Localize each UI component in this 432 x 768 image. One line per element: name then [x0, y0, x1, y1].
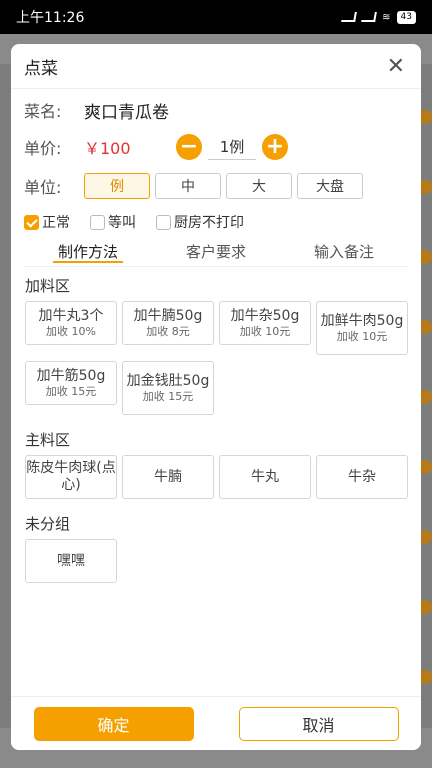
option-surcharge: 加收 15元 — [142, 389, 194, 403]
dish-name-row: 菜名: 爽口青瓜卷 — [11, 91, 421, 129]
option-name: 加牛杂50g — [230, 308, 300, 324]
option-name: 加金钱肚50g — [126, 373, 210, 389]
section-title: 主料区 — [25, 431, 71, 449]
ingredient-option[interactable]: 陈皮牛肉球(点心) — [25, 455, 117, 499]
unit-row: 单位: 例 中 大 大盘 — [11, 165, 421, 207]
status-bar: 上午11:26 ≋ 43 — [0, 0, 432, 34]
dish-name: 爽口青瓜卷 — [84, 102, 169, 123]
option-surcharge: 加收 8元 — [146, 324, 190, 338]
order-dish-dialog: 点菜 ✕ 菜名: 爽口青瓜卷 单价: ￥100 − + 单位: 例 中 大 大盘… — [11, 44, 421, 750]
tab-bar: 制作方法 客户要求 输入备注 — [24, 237, 408, 267]
quantity-input[interactable] — [208, 134, 256, 160]
option-name: 牛腩 — [154, 468, 182, 485]
ungrouped-grid: 嘿嘿 — [11, 539, 421, 589]
checkbox-row: 正常 等叫 厨房不打印 — [11, 207, 421, 237]
checkbox-empty-icon — [156, 214, 171, 230]
close-icon[interactable]: ✕ — [387, 54, 405, 79]
checkbox-empty-icon — [90, 214, 105, 230]
price-value: ￥100 — [84, 139, 131, 158]
checkbox-normal[interactable]: 正常 — [24, 212, 70, 232]
section-title: 加料区 — [25, 277, 71, 295]
tab-method[interactable]: 制作方法 — [24, 237, 152, 266]
addon-option[interactable]: 加牛腩50g 加收 8元 — [122, 301, 214, 345]
addon-grid: 加牛丸3个 加收 10% 加牛腩50g 加收 8元 加牛杂50g 加收 10元 … — [11, 301, 421, 421]
option-name: 加牛腩50g — [133, 308, 203, 324]
option-name: 加鲜牛肉50g — [320, 313, 404, 329]
ungrouped-option[interactable]: 嘿嘿 — [25, 539, 117, 583]
confirm-button[interactable]: 确定 — [33, 706, 194, 741]
checkbox-checked-icon — [24, 214, 39, 230]
status-icons: ≋ 43 — [341, 10, 416, 24]
unit-option[interactable]: 例 — [84, 173, 150, 199]
option-surcharge: 加收 10% — [46, 324, 96, 338]
main-ingredient-grid: 陈皮牛肉球(点心) 牛腩 牛丸 牛杂 — [11, 455, 421, 505]
section-title: 未分组 — [25, 515, 71, 533]
price-label: 单价: — [24, 139, 62, 158]
dialog-header: 点菜 ✕ — [11, 44, 421, 89]
signal-icon — [361, 12, 378, 22]
unit-option[interactable]: 大盘 — [297, 173, 363, 199]
ingredient-option[interactable]: 牛丸 — [219, 455, 311, 499]
addon-option[interactable]: 加牛丸3个 加收 10% — [25, 301, 117, 345]
checkbox-label: 正常 — [42, 215, 70, 231]
price-row: 单价: ￥100 − + — [11, 129, 421, 165]
checkbox-label: 厨房不打印 — [174, 215, 244, 231]
option-surcharge: 加收 10元 — [336, 329, 388, 343]
addon-option[interactable]: 加牛杂50g 加收 10元 — [219, 301, 311, 345]
option-name: 嘿嘿 — [57, 552, 85, 569]
tab-input-note[interactable]: 输入备注 — [280, 237, 408, 266]
option-name: 陈皮牛肉球(点心) — [26, 460, 116, 493]
ingredient-option[interactable]: 牛腩 — [122, 455, 214, 499]
checkbox-label: 等叫 — [108, 215, 136, 231]
addon-option[interactable]: 加金钱肚50g 加收 15元 — [122, 361, 214, 415]
unit-label: 单位: — [24, 178, 62, 197]
option-name: 加牛丸3个 — [38, 308, 104, 324]
battery-icon: 43 — [396, 10, 416, 24]
unit-option[interactable]: 中 — [155, 173, 221, 199]
dialog-footer: 确定 取消 — [11, 696, 421, 750]
addon-option[interactable]: 加牛筋50g 加收 15元 — [25, 361, 117, 405]
addon-option[interactable]: 加鲜牛肉50g 加收 10元 — [316, 301, 408, 355]
quantity-stepper: − + — [176, 134, 288, 160]
option-surcharge: 加收 10元 — [239, 324, 291, 338]
signal-icon — [341, 12, 358, 22]
checkbox-no-kitchen-print[interactable]: 厨房不打印 — [156, 212, 244, 232]
plus-button[interactable]: + — [262, 134, 288, 160]
cancel-button[interactable]: 取消 — [238, 706, 399, 741]
tab-customer-request[interactable]: 客户要求 — [152, 237, 280, 266]
ingredient-option[interactable]: 牛杂 — [316, 455, 408, 499]
option-name: 牛杂 — [348, 468, 376, 485]
dish-name-label: 菜名: — [24, 102, 62, 121]
option-name: 牛丸 — [251, 468, 279, 485]
status-time: 上午11:26 — [16, 10, 85, 26]
dialog-title: 点菜 — [24, 58, 58, 79]
minus-button[interactable]: − — [176, 134, 202, 160]
unit-option[interactable]: 大 — [226, 173, 292, 199]
checkbox-wait[interactable]: 等叫 — [90, 212, 136, 232]
wifi-icon: ≋ — [382, 11, 391, 23]
option-name: 加牛筋50g — [36, 368, 106, 384]
option-surcharge: 加收 15元 — [45, 384, 97, 398]
